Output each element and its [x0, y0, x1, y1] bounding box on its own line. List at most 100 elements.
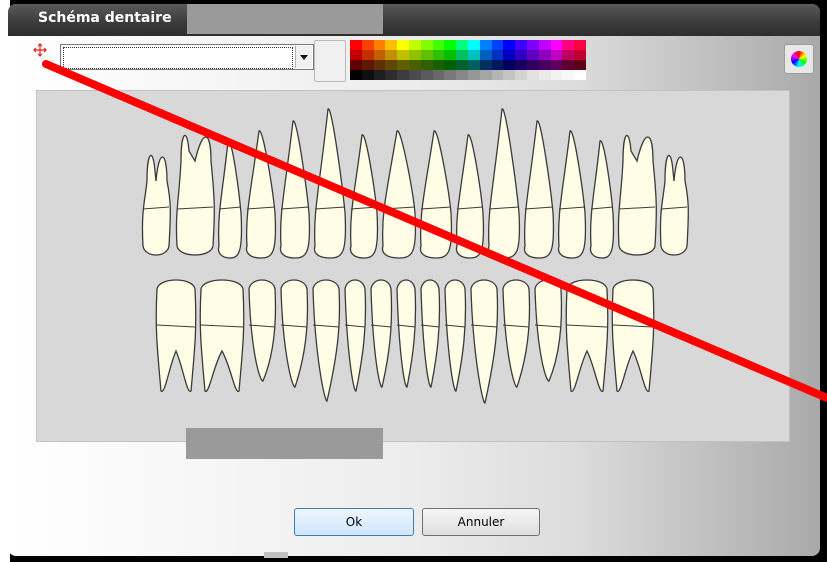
- palette-color-cell[interactable]: [527, 60, 539, 70]
- upper-tooth-4[interactable]: [245, 130, 277, 259]
- lower-tooth-14[interactable]: [565, 279, 609, 392]
- palette-color-cell[interactable]: [468, 60, 480, 70]
- palette-color-cell[interactable]: [515, 40, 527, 50]
- palette-color-cell[interactable]: [420, 70, 433, 80]
- palette-color-cell[interactable]: [350, 50, 362, 60]
- upper-tooth-2[interactable]: [175, 135, 215, 256]
- palette-color-cell[interactable]: [538, 70, 551, 80]
- palette-color-cell[interactable]: [479, 70, 492, 80]
- lower-tooth-7[interactable]: [370, 279, 393, 388]
- palette-color-cell[interactable]: [397, 60, 409, 70]
- palette-color-cell[interactable]: [444, 50, 457, 60]
- annotation-select[interactable]: [60, 44, 314, 70]
- palette-color-cell[interactable]: [468, 50, 480, 60]
- palette-color-cell[interactable]: [409, 60, 421, 70]
- palette-color-cell[interactable]: [515, 60, 527, 70]
- palette-color-cell[interactable]: [479, 40, 492, 50]
- palette-color-cell[interactable]: [397, 50, 409, 60]
- palette-color-cell[interactable]: [385, 70, 398, 80]
- palette-color-cell[interactable]: [385, 40, 398, 50]
- upper-tooth-14[interactable]: [589, 140, 615, 259]
- palette-color-cell[interactable]: [479, 60, 492, 70]
- palette-color-cell[interactable]: [550, 50, 563, 60]
- palette-color-cell[interactable]: [550, 70, 563, 80]
- lower-tooth-9[interactable]: [420, 279, 441, 388]
- palette-color-cell[interactable]: [361, 40, 374, 50]
- palette-color-cell[interactable]: [515, 50, 527, 60]
- title-bar[interactable]: Schéma dentaire: [8, 4, 820, 36]
- palette-color-cell[interactable]: [444, 70, 457, 80]
- palette-color-cell[interactable]: [527, 70, 539, 80]
- lower-tooth-13[interactable]: [534, 279, 563, 382]
- palette-color-cell[interactable]: [456, 50, 468, 60]
- lower-tooth-12[interactable]: [502, 279, 531, 388]
- chevron-down-icon[interactable]: [295, 46, 312, 68]
- palette-color-cell[interactable]: [373, 60, 386, 70]
- lower-tooth-3[interactable]: [248, 279, 277, 382]
- move-icon[interactable]: [32, 42, 48, 58]
- palette-color-cell[interactable]: [456, 40, 468, 50]
- palette-color-cell[interactable]: [538, 50, 551, 60]
- palette-color-cell[interactable]: [562, 40, 575, 50]
- palette-color-cell[interactable]: [361, 50, 374, 60]
- palette-color-cell[interactable]: [444, 60, 457, 70]
- palette-color-cell[interactable]: [350, 70, 362, 80]
- palette-color-cell[interactable]: [479, 50, 492, 60]
- palette-color-cell[interactable]: [397, 70, 409, 80]
- ok-button[interactable]: Ok: [294, 508, 414, 536]
- lower-tooth-15[interactable]: [611, 279, 655, 392]
- upper-tooth-6[interactable]: [313, 108, 347, 259]
- palette-color-cell[interactable]: [550, 40, 563, 50]
- upper-tooth-16[interactable]: [659, 155, 689, 256]
- palette-color-cell[interactable]: [491, 40, 504, 50]
- lower-tooth-10[interactable]: [444, 279, 467, 392]
- palette-color-cell[interactable]: [468, 40, 480, 50]
- palette-color-cell[interactable]: [432, 50, 445, 60]
- upper-tooth-11[interactable]: [487, 108, 521, 259]
- upper-tooth-10[interactable]: [455, 134, 485, 259]
- palette-color-cell[interactable]: [538, 40, 551, 50]
- upper-tooth-13[interactable]: [557, 130, 587, 259]
- upper-tooth-7[interactable]: [349, 134, 379, 259]
- palette-color-cell[interactable]: [491, 60, 504, 70]
- upper-tooth-9[interactable]: [419, 130, 453, 259]
- palette-color-cell[interactable]: [538, 60, 551, 70]
- palette-color-cell[interactable]: [385, 60, 398, 70]
- palette-color-cell[interactable]: [562, 50, 575, 60]
- palette-color-cell[interactable]: [350, 40, 362, 50]
- palette-color-cell[interactable]: [350, 60, 362, 70]
- palette-color-cell[interactable]: [491, 70, 504, 80]
- lower-tooth-5[interactable]: [312, 279, 341, 402]
- upper-tooth-1[interactable]: [141, 155, 171, 256]
- current-color-swatch[interactable]: [314, 40, 346, 82]
- palette-color-cell[interactable]: [550, 60, 563, 70]
- palette-color-cell[interactable]: [503, 50, 516, 60]
- palette-color-cell[interactable]: [373, 70, 386, 80]
- lower-tooth-11[interactable]: [470, 279, 499, 404]
- palette-color-cell[interactable]: [503, 60, 516, 70]
- palette-color-cell[interactable]: [562, 60, 575, 70]
- lower-tooth-1[interactable]: [155, 279, 197, 392]
- palette-color-cell[interactable]: [527, 40, 539, 50]
- palette-color-cell[interactable]: [409, 50, 421, 60]
- upper-tooth-8[interactable]: [381, 130, 417, 259]
- palette-color-cell[interactable]: [397, 40, 409, 50]
- palette-color-cell[interactable]: [444, 40, 457, 50]
- palette-color-cell[interactable]: [432, 40, 445, 50]
- palette-color-cell[interactable]: [574, 70, 586, 80]
- palette-color-cell[interactable]: [503, 40, 516, 50]
- color-palette[interactable]: [350, 40, 586, 80]
- lower-tooth-4[interactable]: [280, 279, 309, 388]
- palette-color-cell[interactable]: [503, 70, 516, 80]
- upper-tooth-15[interactable]: [617, 135, 657, 256]
- palette-color-cell[interactable]: [409, 40, 421, 50]
- upper-tooth-3[interactable]: [217, 140, 243, 259]
- palette-color-cell[interactable]: [361, 60, 374, 70]
- palette-color-cell[interactable]: [456, 60, 468, 70]
- palette-color-cell[interactable]: [432, 70, 445, 80]
- palette-color-cell[interactable]: [456, 70, 468, 80]
- dental-chart-area[interactable]: [36, 90, 790, 442]
- palette-color-cell[interactable]: [574, 60, 586, 70]
- palette-color-cell[interactable]: [420, 40, 433, 50]
- cancel-button[interactable]: Annuler: [422, 508, 540, 536]
